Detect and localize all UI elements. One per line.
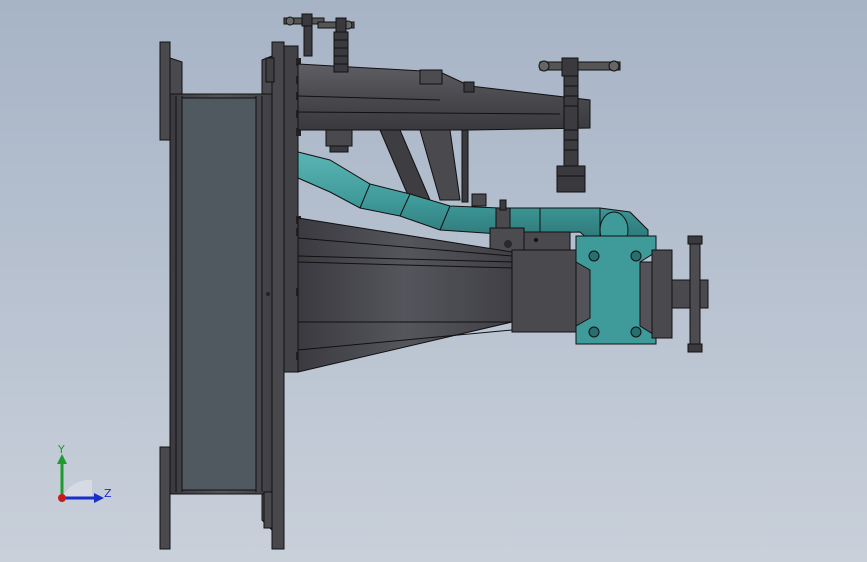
cad-model-view[interactable] (0, 0, 867, 562)
x-axis-dot (58, 494, 66, 502)
z-axis-arrow (94, 493, 104, 503)
upper-clamp-block[interactable] (325, 129, 353, 153)
triad-plane-fill (62, 479, 92, 498)
handwheel-shaft[interactable] (671, 235, 709, 353)
axis-triad[interactable]: Y Z (48, 440, 118, 510)
z-axis-label: Z (104, 487, 112, 500)
bearing-housing[interactable] (575, 235, 673, 345)
duct-flange-assembly[interactable] (159, 41, 299, 550)
y-axis-label: Y (57, 443, 65, 456)
graphics-viewport[interactable]: Y Z (0, 0, 867, 562)
top-screw-jack-right[interactable] (317, 17, 355, 73)
